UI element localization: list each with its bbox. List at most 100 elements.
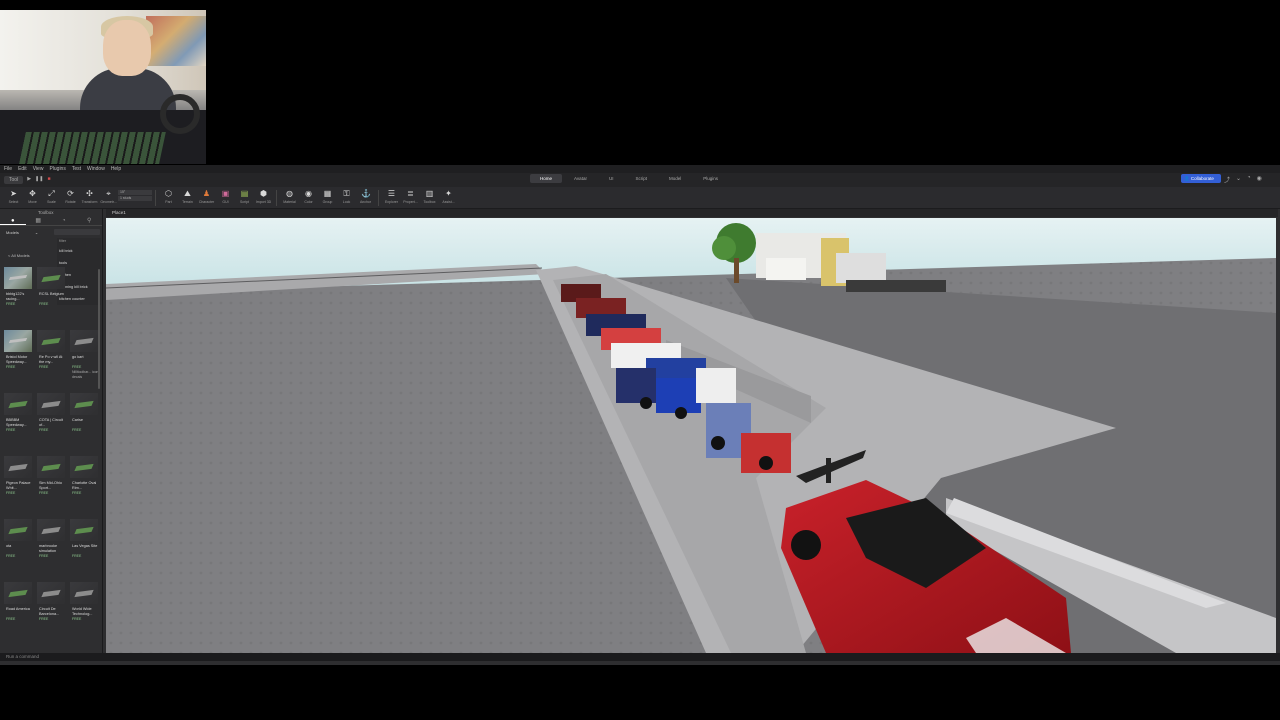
toolbox-panel: Toolbox ● ▦ ◔ ⚲ Models ⌄ filter kill bri…	[0, 209, 103, 653]
model-price: FREE	[6, 302, 16, 306]
model-tile[interactable]: COTA | Circuit of... FREE	[35, 391, 67, 454]
tool-toolbox[interactable]: ▥ Toolbox	[420, 187, 439, 207]
tool-character[interactable]: ♟ Character	[197, 187, 216, 207]
tool-geometry[interactable]: ⌖ Geometr...	[99, 187, 118, 207]
toolbox-tab-inventory[interactable]: ●	[0, 216, 26, 225]
stop-icon[interactable]: ■	[47, 176, 50, 184]
menu-file[interactable]: File	[4, 166, 12, 172]
model-thumbnail	[37, 582, 65, 604]
3d-viewport[interactable]	[106, 218, 1276, 653]
chevron-down-icon[interactable]: ⌄	[1236, 175, 1241, 184]
model-tile[interactable]: RCSL Belgium FREE	[35, 265, 67, 328]
toolbox-tab-grid[interactable]: ▦	[26, 216, 52, 225]
toolbox-tab-pin[interactable]: ⚲	[77, 216, 103, 225]
tab-ui[interactable]: UI	[599, 174, 624, 183]
model-thumbnail	[4, 393, 32, 415]
model-tile[interactable]: Circuit De Barcelona... FREE	[35, 580, 67, 643]
assistant-icon: ✦	[445, 189, 452, 198]
share-icon[interactable]: ⤴	[1224, 175, 1230, 184]
model-tile[interactable]: bbbig122's racing... FREE	[2, 265, 34, 328]
tool-color[interactable]: ◉ Color	[299, 187, 318, 207]
model-tile[interactable]: Las Vegas Site FREE	[68, 517, 100, 580]
model-thumbnail	[4, 267, 32, 289]
model-tile[interactable]: World Wide Technolog... FREE	[68, 580, 100, 643]
model-tile[interactable]	[68, 265, 100, 328]
tab-plugins[interactable]: Plugins	[693, 174, 728, 183]
model-name: Carise	[72, 418, 83, 422]
model-thumbnail	[37, 519, 65, 541]
model-tile[interactable]: go kart FREE Nillitoolbar... icon decals	[68, 328, 100, 391]
avatar[interactable]: ◉	[1257, 175, 1262, 184]
model-tile[interactable]: Sim Mid-Ohio Sport... FREE	[35, 454, 67, 517]
tab-avatar[interactable]: Avatar	[564, 174, 597, 183]
model-tile[interactable]: BBBBM Speedway... FREE	[2, 391, 34, 454]
tool-group[interactable]: ▦ Group	[318, 187, 337, 207]
toolbox-tab-creations[interactable]: ◔	[51, 216, 77, 225]
menu-view[interactable]: View	[33, 166, 44, 172]
tool-script[interactable]: ▤ Script	[235, 187, 254, 207]
rotate-snap-field[interactable]: 15°	[118, 190, 152, 195]
tab-model[interactable]: Model	[659, 174, 691, 183]
tool-terrain[interactable]: ⛰ Terrain	[178, 187, 197, 207]
tab-home[interactable]: Home	[530, 174, 563, 183]
webcam-steering-wheel	[160, 94, 200, 134]
play-icon[interactable]: ▶	[27, 176, 31, 184]
tool-rotate[interactable]: ⟳ Rotate	[61, 187, 80, 207]
tool-explorer[interactable]: ☰ Explorer	[382, 187, 401, 207]
viewport-tab[interactable]: Place1	[106, 209, 1278, 217]
model-name: go kart	[72, 355, 84, 359]
suggestion-item[interactable]: kill brick	[57, 245, 101, 257]
tool-gui[interactable]: ▣ GUI	[216, 187, 235, 207]
tool-import-3d[interactable]: ⬢ Import 3D	[254, 187, 273, 207]
empty-thumbnail	[68, 265, 100, 289]
tool-properties[interactable]: ≣ Propert...	[401, 187, 420, 207]
collaborate-button[interactable]: 👤 Collaborate	[1181, 174, 1221, 183]
model-name: BBBBM Speedway...	[6, 418, 27, 427]
ribbon-divider	[378, 190, 379, 206]
model-tile[interactable]: Road America FREE	[2, 580, 34, 643]
tool-lock[interactable]: ⚿ Lock	[337, 187, 356, 207]
menu-help[interactable]: Help	[111, 166, 121, 172]
model-tile[interactable]: Re Po v wll At the my... FREE	[35, 328, 67, 391]
character-icon: ♟	[202, 189, 211, 198]
menu-window[interactable]: Window	[87, 166, 105, 172]
model-tile[interactable]: Pigeon Palace Whit... FREE	[2, 454, 34, 517]
menu-plugins[interactable]: Plugins	[49, 166, 65, 172]
bell-icon[interactable]: ◔	[1247, 175, 1251, 184]
toolbox-search-input[interactable]	[54, 229, 100, 235]
model-tile[interactable]: Carise FREE	[68, 391, 100, 454]
model-tile[interactable]: Bristol Motor Speedway... FREE	[2, 328, 34, 391]
model-name: Re Po v wll At the my...	[39, 355, 63, 364]
tool-assistant[interactable]: ✦ Assist...	[439, 187, 458, 207]
command-bar[interactable]: Run a command	[0, 653, 1280, 661]
tool-material[interactable]: ◍ Material	[280, 187, 299, 207]
pause-icon[interactable]: ❚❚	[35, 176, 43, 184]
tab-script[interactable]: Script	[625, 174, 657, 183]
model-tile[interactable]: marbrooke simulation FREE	[35, 517, 67, 580]
suggestion-item[interactable]: filter	[57, 238, 101, 245]
model-name: RCSL Belgium	[39, 292, 64, 296]
model-tile[interactable]: ota FREE	[2, 517, 34, 580]
model-price: FREE	[39, 365, 49, 369]
model-price: FREE	[39, 617, 49, 621]
menu-edit[interactable]: Edit	[18, 166, 27, 172]
back-to-all-models-link[interactable]: < All Models	[8, 253, 30, 258]
tool-anchor[interactable]: ⚓ Anchor	[356, 187, 375, 207]
scale-icon: ⤢	[48, 189, 55, 198]
model-thumbnail	[4, 330, 32, 352]
tool-move[interactable]: ✥ Move	[23, 187, 42, 207]
model-tile[interactable]: Charlotte Oval Rim... FREE	[68, 454, 100, 517]
toolbox-scrollbar[interactable]	[98, 269, 100, 389]
model-thumbnail	[37, 267, 65, 289]
model-thumbnail	[37, 330, 65, 352]
move-snap-field[interactable]: 1 studs	[118, 196, 152, 201]
toolbox-category-dropdown[interactable]: Models ⌄	[6, 230, 38, 235]
model-name: Charlotte Oval Rim...	[72, 481, 97, 490]
tool-transform[interactable]: ✣ Transform	[80, 187, 99, 207]
tool-part[interactable]: ⬡ Part	[159, 187, 178, 207]
command-input[interactable]: Run a command	[6, 654, 39, 659]
tool-scale[interactable]: ⤢ Scale	[42, 187, 61, 207]
mode-dropdown[interactable]: Tool	[4, 176, 24, 184]
tool-select[interactable]: ➤ Select	[4, 187, 23, 207]
menu-test[interactable]: Test	[72, 166, 81, 172]
